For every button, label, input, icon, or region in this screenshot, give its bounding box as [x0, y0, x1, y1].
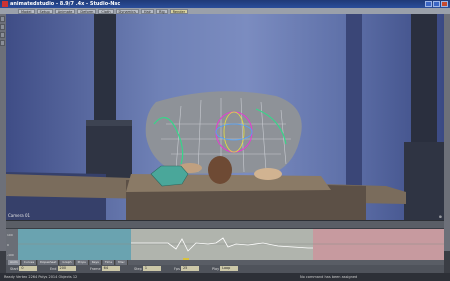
wooden-mug	[208, 156, 232, 184]
app-icon	[2, 1, 8, 7]
axis-label: 100	[7, 233, 13, 237]
3d-viewport[interactable]: Camera 01 ⊕	[6, 14, 444, 220]
frame-field[interactable]: Frame 64	[90, 266, 120, 272]
tool-button[interactable]	[0, 24, 5, 30]
curve-region-active	[131, 229, 313, 260]
end-field[interactable]: End 200	[50, 266, 76, 272]
status-message: No command has been assigned	[300, 275, 358, 279]
curve-axis-panel: 100 0 -100	[6, 229, 18, 260]
play-mode-field[interactable]: Play Loop	[212, 266, 239, 272]
playback-fields: Start 0 End 200 Frame 64 Step 1 Fps 25 P…	[6, 265, 444, 273]
right-toolbar	[444, 14, 450, 251]
pillar-right	[411, 14, 437, 144]
tool-button[interactable]	[0, 32, 5, 38]
scene-render: Camera 01	[6, 14, 444, 220]
curve-region-after	[313, 229, 444, 260]
pillar-left	[94, 14, 116, 124]
start-field[interactable]: Start 0	[10, 266, 38, 272]
maximize-button[interactable]	[433, 1, 440, 7]
status-bar: Ready Vertex 2264 Polys 2014 Objects 12 …	[0, 273, 450, 281]
window-title: animatedstudio - 8.9/7 .4x - Studio-Nsc	[10, 1, 121, 7]
curve-region-before	[18, 229, 131, 260]
step-field[interactable]: Step 1	[134, 266, 161, 272]
window-controls	[425, 1, 448, 7]
timeline-ruler[interactable]	[6, 220, 444, 236]
close-button[interactable]	[441, 1, 448, 7]
minimize-button[interactable]	[425, 1, 432, 7]
tool-button[interactable]	[0, 40, 5, 46]
title-bar: animatedstudio - 8.9/7 .4x - Studio-Nsc	[0, 0, 450, 8]
pillar-right-base	[404, 142, 444, 220]
tool-button[interactable]	[0, 16, 5, 22]
axis-label: 0	[7, 243, 9, 247]
status-info: Ready Vertex 2264 Polys 2014 Objects 12	[4, 275, 78, 279]
viewport-label: Camera 01	[8, 213, 31, 218]
viewport-corner-icon[interactable]: ⊕	[439, 214, 442, 219]
axis-label: -100	[7, 253, 14, 257]
curve-editor[interactable]	[18, 229, 444, 260]
fps-field[interactable]: Fps 25	[174, 266, 199, 272]
